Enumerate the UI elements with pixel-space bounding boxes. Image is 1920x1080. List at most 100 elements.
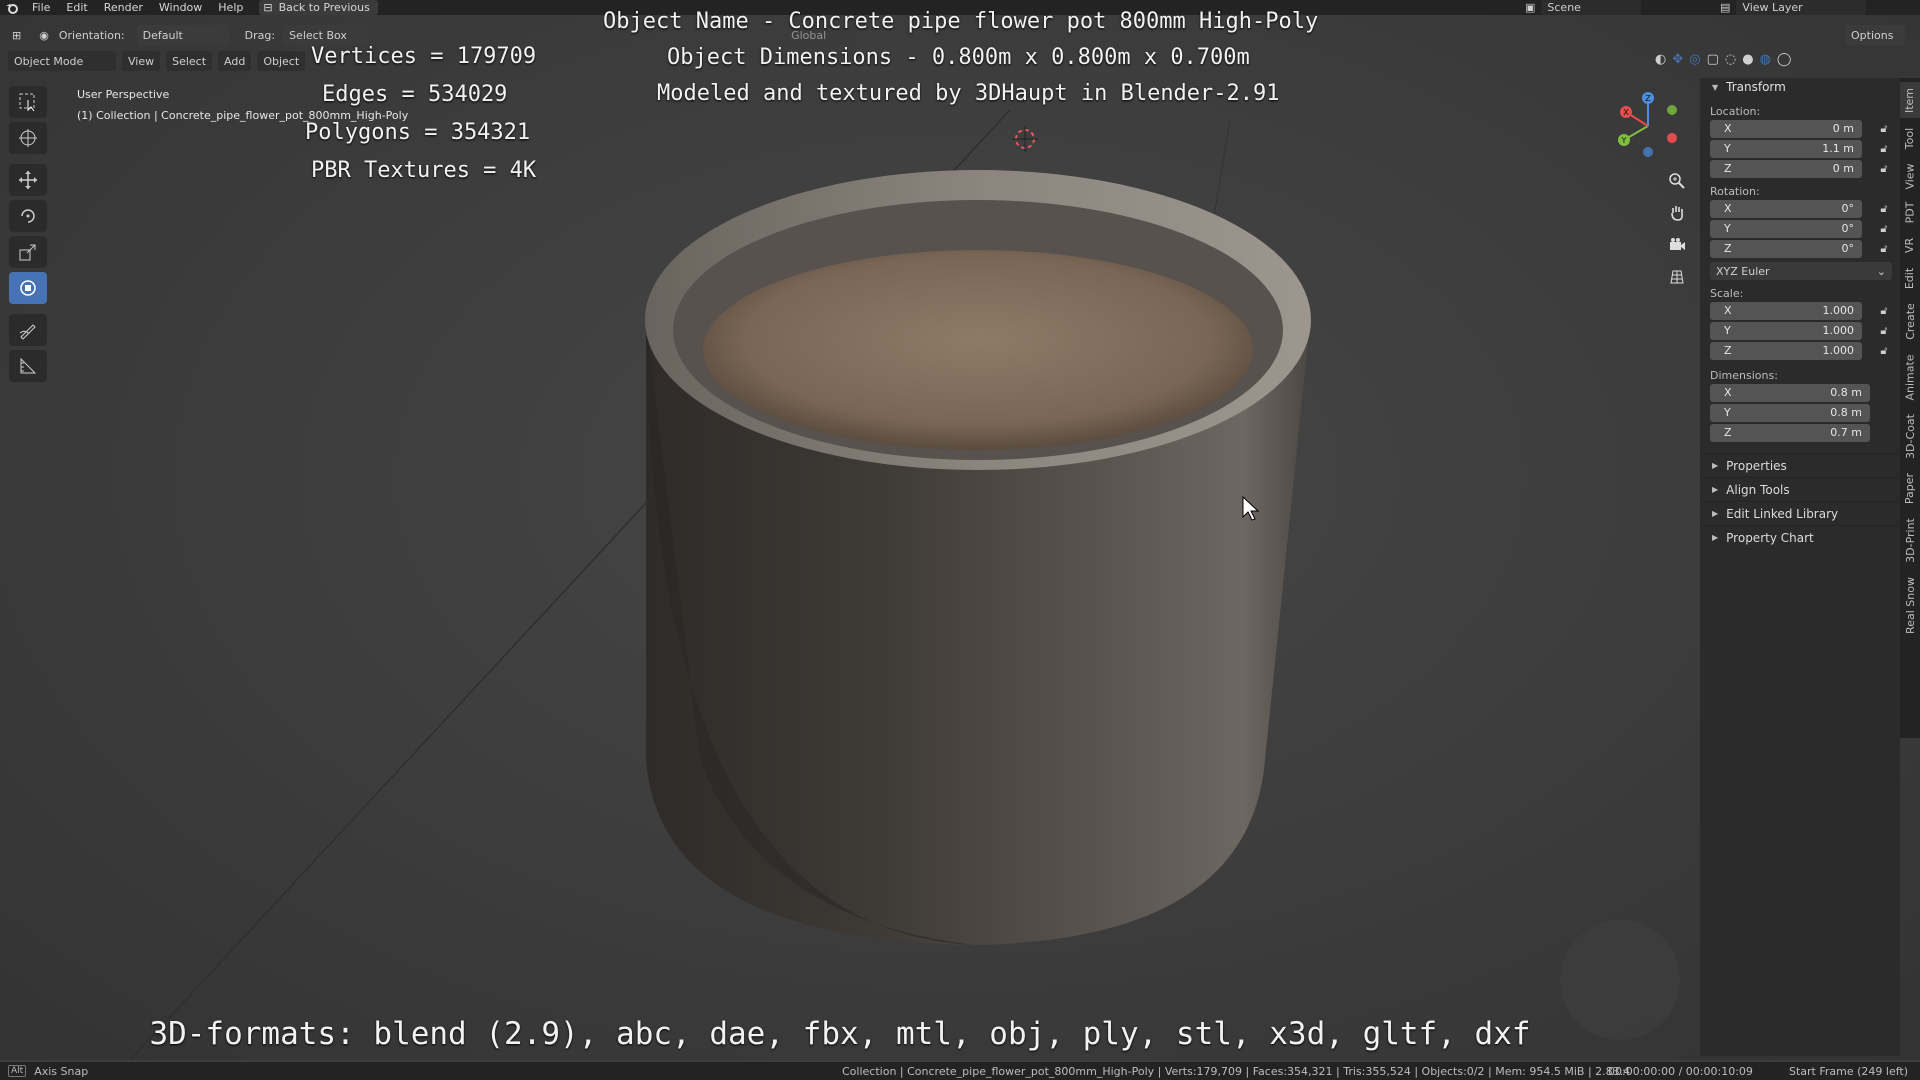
dimensions-y-field[interactable]: Y 0.8 m (1710, 403, 1870, 422)
gizmo-toggle-icon[interactable]: ✥ (1672, 52, 1683, 67)
tab-edit[interactable]: Edit (1900, 262, 1920, 294)
tab-tool[interactable]: Tool (1900, 120, 1920, 156)
overlay-toggle-icon[interactable]: ◎ (1689, 52, 1700, 67)
view-menu[interactable]: View (122, 51, 161, 71)
tab-item[interactable]: Item (1900, 82, 1920, 118)
blender-logo-icon[interactable] (0, 0, 24, 15)
options-dropdown[interactable]: Options (1845, 25, 1905, 45)
rotation-y-field[interactable]: Y 0° (1710, 219, 1862, 238)
navigation-gizmo[interactable]: Z Y X (1610, 88, 1685, 163)
lock-icon[interactable]: 🔓︎ (1876, 343, 1892, 359)
annotate-tool[interactable] (9, 314, 47, 346)
transform-icon (20, 280, 36, 296)
scale-x-field[interactable]: X 1.000 (1710, 301, 1862, 320)
menu-window[interactable]: Window (151, 1, 210, 14)
lock-icon[interactable]: 🔓︎ (1876, 221, 1892, 237)
tab-pdt-label: PDT (1903, 201, 1917, 223)
edit-linked-library-subpanel[interactable]: ▶ Edit Linked Library (1700, 501, 1900, 525)
rotation-x-field[interactable]: X 0° (1710, 199, 1862, 218)
select-box-tool[interactable] (9, 86, 47, 118)
tab-3d-print[interactable]: 3D-Print (1900, 512, 1920, 568)
solid-shading-icon[interactable]: ● (1742, 52, 1753, 67)
property-chart-subpanel[interactable]: ▶ Property Chart (1700, 525, 1900, 549)
orientation-dropdown[interactable]: Default (136, 25, 229, 45)
properties-subpanel[interactable]: ▶ Properties (1700, 453, 1900, 477)
tab-3d-print-label: 3D-Print (1903, 517, 1917, 563)
lock-icon[interactable]: 🔓︎ (1876, 141, 1892, 157)
mode-value: Object Mode (14, 54, 84, 68)
alt-key-icon: Alt (8, 1065, 27, 1077)
menu-render[interactable]: Render (96, 1, 151, 14)
location-x-field[interactable]: X 0 m (1710, 119, 1862, 138)
align-tools-subpanel[interactable]: ▶ Align Tools (1700, 477, 1900, 501)
lock-icon[interactable]: 🔓︎ (1876, 201, 1892, 217)
dimensions-z-field[interactable]: Z 0.7 m (1710, 423, 1870, 442)
object-menu[interactable]: Object (257, 51, 306, 71)
tab-real-snow[interactable]: Real Snow (1900, 570, 1920, 640)
tab-vr[interactable]: VR (1900, 230, 1920, 260)
scale-y-field[interactable]: Y 1.000 (1710, 321, 1862, 340)
property-chart-title: Property Chart (1726, 530, 1814, 545)
tab-animate[interactable]: Animate (1900, 348, 1920, 406)
zoom-icon[interactable] (1662, 166, 1692, 196)
transform-tool[interactable] (9, 272, 47, 304)
rotation-mode-dropdown[interactable]: XYZ Euler ⌄ (1710, 262, 1892, 280)
lock-icon[interactable]: 🔓︎ (1876, 161, 1892, 177)
tab-paper[interactable]: Paper (1900, 466, 1920, 510)
view-menu-label: View (128, 54, 155, 68)
mode-dropdown[interactable]: Object Mode (8, 51, 116, 71)
material-shading-icon[interactable]: ◍ (1760, 52, 1771, 67)
lock-icon[interactable]: 🔓︎ (1876, 121, 1892, 137)
rotation-z-row: Z 0° 🔓︎ (1710, 239, 1892, 258)
lock-icon[interactable]: 🔓︎ (1876, 323, 1892, 339)
cursor-tool[interactable] (9, 122, 47, 154)
measure-tool[interactable] (9, 350, 47, 382)
lock-icon[interactable]: 🔓︎ (1876, 241, 1892, 257)
active-tool-icon[interactable]: ◉ (39, 29, 49, 42)
pan-hand-icon[interactable] (1662, 198, 1692, 228)
dimensions-x-row: X 0.8 m (1710, 383, 1892, 402)
select-menu[interactable]: Select (166, 51, 213, 71)
properties-title: Properties (1726, 458, 1787, 473)
transform-header[interactable]: ▼ Transform (1700, 78, 1900, 96)
editor-type-icon[interactable]: ⊞ (12, 29, 21, 42)
perspective-toggle-icon[interactable] (1662, 262, 1692, 292)
view-layer-selector[interactable]: ▤ View Layer (1720, 0, 1867, 15)
back-icon: ⊟ (263, 1, 273, 14)
wireframe-shading-icon[interactable]: ◌ (1725, 52, 1736, 67)
location-z-axis: Z (1724, 162, 1732, 175)
scale-x-axis: X (1724, 304, 1732, 317)
rendered-shading-icon[interactable]: ◯ (1777, 52, 1792, 67)
rotation-y-value: 0° (1841, 222, 1855, 235)
location-y-field[interactable]: Y 1.1 m (1710, 139, 1862, 158)
orientation-label: Orientation: (58, 28, 125, 42)
drag-label: Drag: (244, 28, 276, 42)
menu-help[interactable]: Help (210, 1, 251, 14)
tab-3d-coat[interactable]: 3D-Coat (1900, 408, 1920, 464)
tab-pdt[interactable]: PDT (1900, 196, 1920, 228)
add-menu[interactable]: Add (218, 51, 252, 71)
scale-tool[interactable] (9, 236, 47, 268)
rotation-z-field[interactable]: Z 0° (1710, 239, 1862, 258)
dimensions-z-value: 0.7 m (1830, 426, 1862, 439)
rotate-icon (21, 209, 35, 223)
location-z-value: 0 m (1832, 162, 1854, 175)
scene-selector[interactable]: ▣ Scene (1525, 0, 1642, 15)
lock-icon[interactable]: 🔓︎ (1876, 303, 1892, 319)
scale-z-field[interactable]: Z 1.000 (1710, 341, 1862, 360)
credit-text: Modeled and textured by 3DHaupt in Blend… (657, 81, 1280, 106)
move-tool[interactable] (9, 164, 47, 196)
tab-create[interactable]: Create (1900, 296, 1920, 346)
dimensions-x-field[interactable]: X 0.8 m (1710, 383, 1870, 402)
menu-file[interactable]: File (24, 1, 58, 14)
transform-title: Transform (1726, 80, 1786, 94)
tab-view[interactable]: View (1900, 158, 1920, 194)
back-to-previous-button[interactable]: ⊟ Back to Previous (259, 0, 378, 15)
menu-edit[interactable]: Edit (58, 1, 95, 14)
location-z-field[interactable]: Z 0 m (1710, 159, 1862, 178)
drag-dropdown[interactable]: Select Box (283, 25, 370, 45)
camera-view-icon[interactable] (1662, 230, 1692, 260)
visibility-icon[interactable]: ◐ (1655, 52, 1666, 67)
rotate-tool[interactable] (9, 200, 47, 232)
xray-icon[interactable]: ▢ (1707, 52, 1719, 67)
